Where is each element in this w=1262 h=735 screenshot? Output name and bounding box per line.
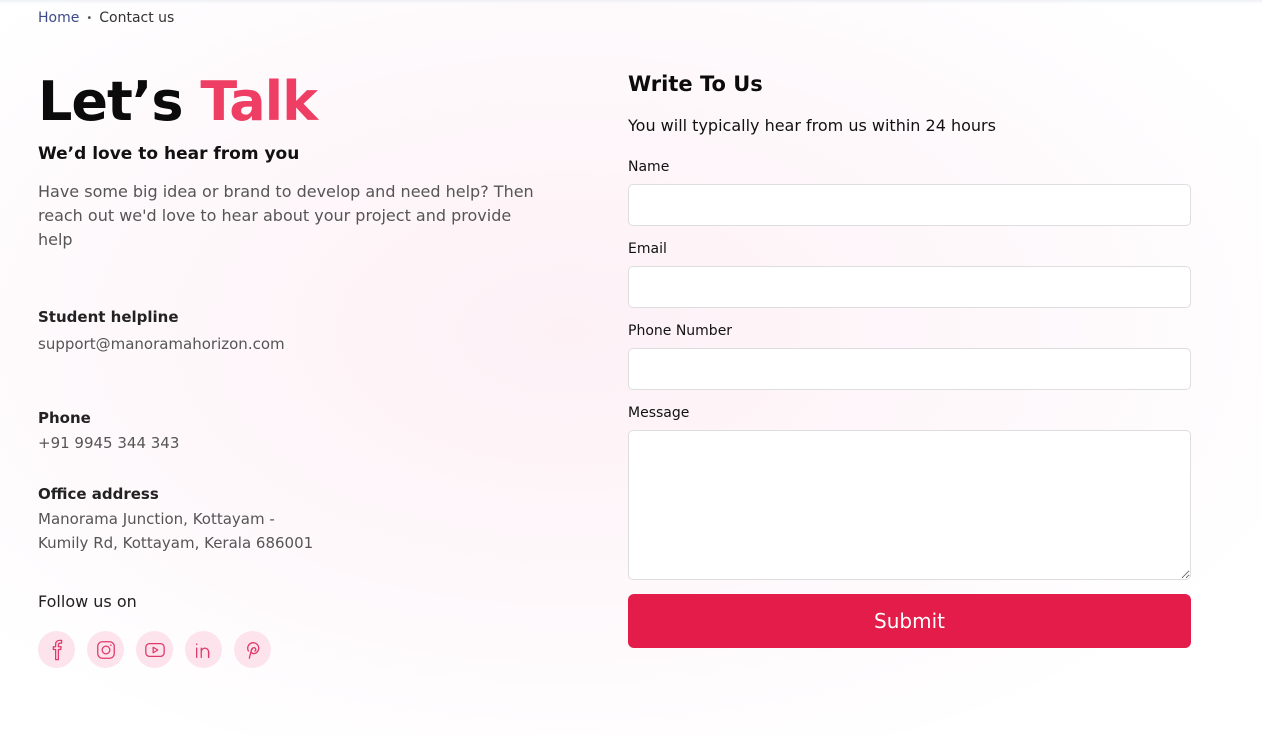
student-helpline-title: Student helpline <box>38 308 179 326</box>
instagram-icon <box>96 640 115 659</box>
social-links <box>38 631 271 668</box>
phone-number-label: Phone Number <box>628 323 733 339</box>
page-title: Let’s Talk <box>38 70 558 134</box>
submit-button[interactable]: Submit <box>628 594 1191 648</box>
phone-number[interactable]: +91 9945 344 343 <box>38 431 179 455</box>
email-label: Email <box>628 241 667 257</box>
page-subtitle: We’d love to hear from you <box>38 144 300 164</box>
breadcrumb: Home • Contact us <box>38 10 174 26</box>
header-shadow <box>0 0 1262 4</box>
breadcrumb-home-link[interactable]: Home <box>38 10 79 26</box>
message-textarea[interactable] <box>628 430 1191 580</box>
student-helpline-block: Student helpline support@manoramahorizon… <box>38 308 285 356</box>
facebook-link[interactable] <box>38 631 75 668</box>
linkedin-icon <box>195 642 209 658</box>
pinterest-icon <box>246 641 259 659</box>
office-address: Manorama Junction, Kottayam - Kumily Rd,… <box>38 507 313 555</box>
message-field-group: Message <box>628 405 1191 584</box>
linkedin-link[interactable] <box>185 631 222 668</box>
office-address-title: Office address <box>38 485 159 503</box>
email-input[interactable] <box>628 266 1191 308</box>
name-field-group: Name <box>628 159 1191 226</box>
message-label: Message <box>628 405 690 421</box>
youtube-link[interactable] <box>136 631 173 668</box>
office-address-line-2: Kumily Rd, Kottayam, Kerala 686001 <box>38 534 314 552</box>
follow-us-label: Follow us on <box>38 592 137 611</box>
student-helpline-email[interactable]: support@manoramahorizon.com <box>38 332 285 356</box>
phone-number-input[interactable] <box>628 348 1191 390</box>
office-address-line-1: Manorama Junction, Kottayam - <box>38 510 275 528</box>
breadcrumb-separator: • <box>86 12 93 24</box>
pinterest-link[interactable] <box>234 631 271 668</box>
facebook-icon <box>52 639 62 660</box>
page-title-main: Let’s <box>38 70 184 133</box>
office-address-block: Office address Manorama Junction, Kottay… <box>38 485 313 555</box>
contact-form: Write To Us You will typically hear from… <box>628 72 1191 648</box>
form-title: Write To Us <box>628 72 763 96</box>
phone-field-group: Phone Number <box>628 323 1191 390</box>
intro-text: Have some big idea or brand to develop a… <box>38 182 534 249</box>
phone-title: Phone <box>38 409 91 427</box>
name-label: Name <box>628 159 670 175</box>
phone-block: Phone +91 9945 344 343 <box>38 409 179 455</box>
breadcrumb-current: Contact us <box>99 10 175 26</box>
contact-info-section: Let’s Talk We’d love to hear from you Ha… <box>38 70 558 252</box>
youtube-icon <box>144 642 165 657</box>
page-title-accent: Talk <box>200 70 318 133</box>
instagram-link[interactable] <box>87 631 124 668</box>
form-subtitle: You will typically hear from us within 2… <box>628 116 996 135</box>
email-field-group: Email <box>628 241 1191 308</box>
name-input[interactable] <box>628 184 1191 226</box>
